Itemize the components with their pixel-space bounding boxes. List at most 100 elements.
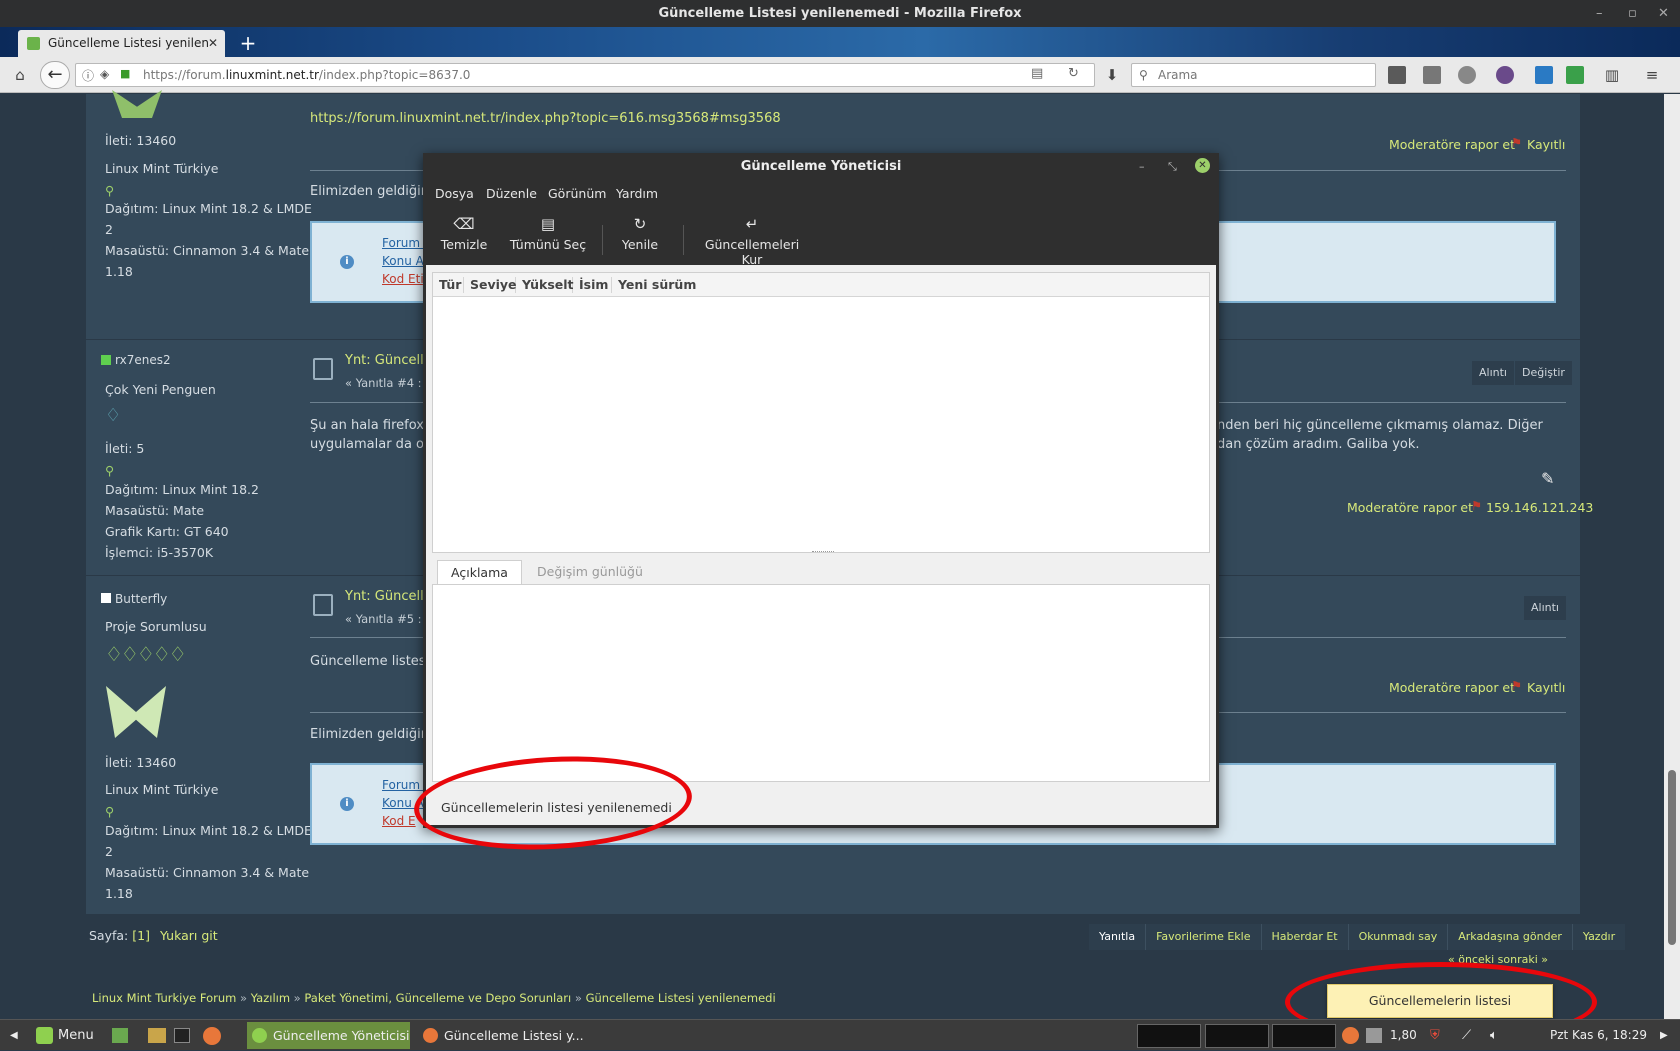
report-link[interactable]: Moderatöre rapor et — [1347, 500, 1473, 515]
refresh-icon: ↻ — [633, 215, 647, 233]
reader-view-icon[interactable]: ▤ — [1031, 66, 1043, 81]
memory-graph — [1205, 1024, 1269, 1048]
dialog-toolbar: ⌫ Temizle ▤ Tümünü Seç ↻ Yenile ↵ Güncelleme… — [423, 207, 1219, 267]
lock-icon: ■ — [120, 67, 131, 80]
info-icon: i — [340, 797, 354, 811]
scrollbar-thumb[interactable] — [1668, 770, 1676, 945]
extension-eye-icon[interactable] — [1496, 66, 1514, 84]
firefox-tray-icon[interactable] — [1342, 1027, 1359, 1044]
reload-icon[interactable]: ↻ — [1068, 66, 1079, 81]
extension-x-icon[interactable] — [1535, 66, 1553, 84]
quoted-link[interactable]: https://forum.linuxmint.net.tr/index.php… — [310, 111, 781, 126]
firefox-launcher-icon[interactable] — [203, 1027, 221, 1045]
extension-mail-icon[interactable] — [1388, 66, 1406, 84]
breadcrumb-item[interactable]: Güncelleme Listesi yenilenemedi — [586, 991, 776, 1005]
new-tab-button[interactable]: + — [236, 30, 260, 56]
home-icon[interactable]: ⌂ — [8, 63, 32, 87]
post-title[interactable]: Ynt: Güncelle — [345, 589, 432, 604]
post-icon — [313, 358, 333, 380]
select-all-button[interactable]: ▤ Tümünü Seç — [508, 215, 588, 252]
report-link[interactable]: Moderatöre rapor et — [1389, 137, 1515, 152]
download-icon[interactable]: ⬇ — [1100, 63, 1124, 87]
install-label: Güncellemeleri Kur — [704, 237, 800, 267]
maximize-button[interactable]: ▫ — [1628, 0, 1637, 27]
clock[interactable]: Pzt Kas 6, 18:29 — [1550, 1020, 1647, 1051]
menu-help[interactable]: Yardım — [616, 186, 658, 201]
print-button[interactable]: Yazdır — [1571, 924, 1625, 950]
breadcrumb-item[interactable]: Linux Mint Turkiye Forum — [92, 991, 236, 1005]
toolbar-separator — [602, 225, 603, 255]
updates-list-header: Tür Seviye Yükselt İsim Yeni sürüm — [433, 273, 1209, 297]
menu-file[interactable]: Dosya — [435, 186, 474, 201]
back-button[interactable]: ← — [40, 61, 70, 89]
post-title[interactable]: Ynt: Güncelle — [345, 353, 432, 368]
username[interactable]: Butterfly — [115, 592, 167, 606]
report-link[interactable]: Moderatöre rapor et — [1389, 680, 1515, 695]
terminal-icon[interactable] — [174, 1028, 190, 1043]
extension-s-icon[interactable] — [1423, 66, 1441, 84]
notify-button[interactable]: Haberdar Et — [1260, 924, 1348, 950]
column-type[interactable]: Tür — [433, 277, 464, 293]
url-bar[interactable]: ⓘ ◈ ■ https://forum.linuxmint.net.tr/ind… — [75, 63, 1095, 87]
distro-info: Dağıtım: Linux Mint 18.2 & LMDE — [105, 823, 312, 838]
dialog-minimize-button[interactable]: – — [1139, 153, 1145, 181]
sidebar-icon[interactable]: ▥ — [1600, 63, 1624, 87]
clear-label: Temizle — [440, 237, 488, 252]
close-button[interactable]: ✕ — [1658, 0, 1669, 27]
update-manager-icon — [252, 1028, 267, 1043]
info-icon[interactable]: ⓘ — [82, 67, 94, 84]
info-link[interactable]: Kod E — [382, 814, 416, 828]
taskbar-app-update-manager[interactable]: Güncelleme Yöneticisi — [247, 1022, 410, 1049]
browser-tab[interactable]: Güncelleme Listesi yenilen ✕ — [18, 30, 225, 57]
logged-label: Kayıtlı — [1527, 680, 1566, 695]
minimize-button[interactable]: – — [1596, 0, 1603, 27]
search-input[interactable]: ⚲ Arama — [1131, 63, 1376, 87]
install-updates-button[interactable]: ↵ Güncellemeleri Kur — [696, 215, 808, 267]
refresh-button[interactable]: ↻ Yenile — [615, 215, 665, 252]
dialog-maximize-button[interactable]: ⤡ — [1168, 153, 1177, 181]
go-up-link[interactable]: Yukarı git — [160, 928, 218, 943]
username[interactable]: rx7enes2 — [115, 353, 171, 367]
column-upgrade[interactable]: Yükselt — [516, 277, 574, 293]
extension-green-icon[interactable] — [1566, 66, 1584, 84]
info-link[interactable]: Konu A — [382, 254, 424, 268]
page-link[interactable]: [1] — [132, 928, 150, 943]
mark-unread-button[interactable]: Okunmadı say — [1347, 924, 1448, 950]
extension-gear-icon[interactable] — [1458, 66, 1476, 84]
distro-info-cont: 2 — [105, 222, 113, 237]
pane-resize-handle[interactable] — [812, 551, 834, 554]
shield-tray-icon[interactable]: ⛨ — [1430, 1020, 1440, 1051]
desktop-info: Masaüstü: Cinnamon 3.4 & Mate — [105, 243, 310, 258]
taskbar-app-firefox[interactable]: Güncelleme Listesi y... — [418, 1022, 584, 1049]
edit-button[interactable]: Değiştir — [1515, 361, 1572, 385]
column-level[interactable]: Seviye — [464, 277, 517, 293]
start-menu-button[interactable]: Menu — [36, 1020, 94, 1051]
column-new-version[interactable]: Yeni sürüm — [612, 277, 702, 293]
volume-icon[interactable]: 🔈︎ — [1490, 1020, 1498, 1051]
quote-button[interactable]: Alıntı — [1472, 361, 1514, 385]
clear-button[interactable]: ⌫ Temizle — [439, 215, 489, 252]
reply-button[interactable]: Yanıtla — [1089, 924, 1145, 950]
panel-right-arrow-icon[interactable]: ▶ — [1660, 1020, 1668, 1051]
menu-edit[interactable]: Düzenle — [486, 186, 537, 201]
network-icon[interactable]: ⟋ — [1462, 1020, 1471, 1051]
hamburger-menu-icon[interactable]: ≡ — [1640, 63, 1664, 87]
panel-left-arrow-icon[interactable]: ◀ — [10, 1020, 18, 1051]
column-name[interactable]: İsim — [573, 277, 612, 293]
updates-list[interactable] — [432, 272, 1210, 553]
breadcrumb-item[interactable]: Paket Yönetimi, Güncelleme ve Depo Sorun… — [304, 991, 571, 1005]
tab-close-icon[interactable]: ✕ — [208, 30, 218, 57]
show-desktop-icon[interactable] — [112, 1028, 128, 1043]
tab-description[interactable]: Açıklama — [437, 560, 522, 585]
menu-view[interactable]: Görünüm — [548, 186, 606, 201]
favorite-button[interactable]: Favorilerime Ekle — [1145, 924, 1260, 950]
tab-changelog[interactable]: Değişim günlüğü — [537, 560, 647, 584]
breadcrumb-item[interactable]: Yazılım — [251, 991, 290, 1005]
files-icon[interactable] — [148, 1028, 166, 1043]
send-to-friend-button[interactable]: Arkadaşına gönder — [1447, 924, 1572, 950]
quote-button[interactable]: Alıntı — [1524, 596, 1566, 620]
dialog-close-button[interactable]: ✕ — [1195, 158, 1210, 173]
tray-icon[interactable] — [1366, 1028, 1382, 1043]
toolbar-separator — [683, 225, 684, 255]
shield-icon[interactable]: ◈ — [100, 67, 109, 81]
